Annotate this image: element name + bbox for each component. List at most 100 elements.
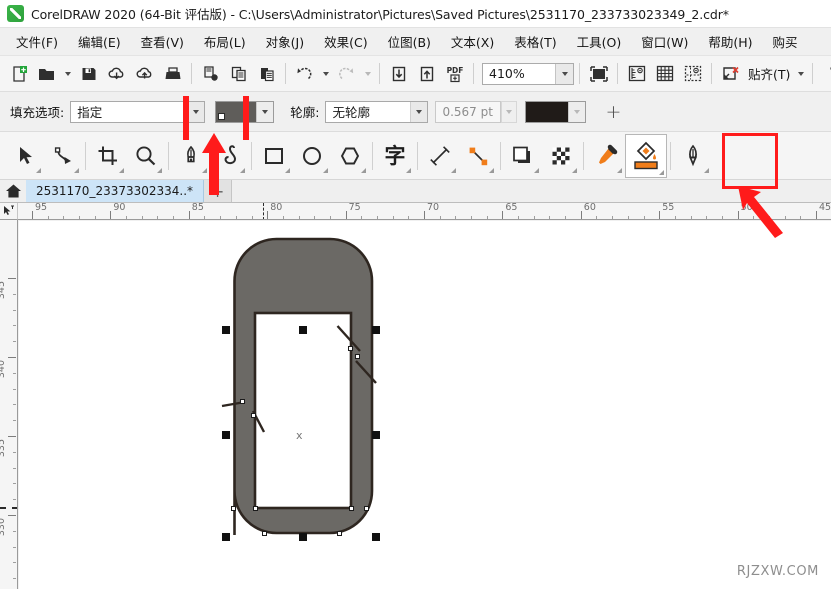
selection-handle-ml[interactable]: [222, 431, 230, 439]
svg-text:PDF: PDF: [446, 66, 463, 75]
ruler-minor-tick: [142, 216, 143, 219]
overflow-icon[interactable]: [818, 60, 831, 87]
menu-file[interactable]: 文件(F): [6, 28, 68, 55]
menu-edit[interactable]: 编辑(E): [68, 28, 131, 55]
menu-buy[interactable]: 购买: [763, 28, 808, 55]
text-tool[interactable]: 字: [376, 136, 414, 176]
menu-help[interactable]: 帮助(H): [698, 28, 762, 55]
curve-node[interactable]: [253, 506, 258, 511]
export-cloud-icon[interactable]: [131, 60, 158, 87]
outline-color-swatch[interactable]: [526, 102, 568, 122]
menu-window[interactable]: 窗口(W): [631, 28, 698, 55]
ruler-label: 85: [192, 203, 204, 213]
show-rulers-icon[interactable]: [623, 60, 650, 87]
selection-handle-tr[interactable]: [372, 326, 380, 334]
curve-node[interactable]: [251, 413, 256, 418]
drawing-canvas[interactable]: x 1 RJZXW.COM: [19, 221, 831, 589]
outline-width-dropdown-arrow[interactable]: [501, 101, 517, 123]
curve-node[interactable]: [337, 531, 342, 536]
ruler-tick: [8, 357, 16, 358]
selection-handle-tm[interactable]: [299, 326, 307, 334]
home-icon[interactable]: [0, 180, 26, 202]
outline-color-dropdown-arrow[interactable]: [568, 102, 585, 122]
interactive-fill-tool[interactable]: [625, 134, 667, 178]
crop-tool[interactable]: [89, 136, 127, 176]
zoom-level-dropdown[interactable]: [555, 64, 573, 84]
parallel-dimension-tool[interactable]: [421, 136, 459, 176]
undo-icon[interactable]: [291, 60, 318, 87]
curve-node[interactable]: [364, 506, 369, 511]
color-eyedropper-tool[interactable]: [587, 136, 625, 176]
curve-node[interactable]: [355, 354, 360, 359]
options-icon[interactable]: [717, 60, 744, 87]
fill-color-swatch[interactable]: [216, 102, 256, 122]
menu-effects[interactable]: 效果(C): [314, 28, 377, 55]
curve-node[interactable]: [231, 506, 236, 511]
drawn-shape-group[interactable]: [19, 221, 831, 589]
selection-handle-bm[interactable]: [299, 533, 307, 541]
new-document-icon[interactable]: [5, 60, 32, 87]
pdf-icon[interactable]: PDF: [441, 60, 468, 87]
outline-style-dropdown-arrow[interactable]: [410, 102, 427, 122]
selection-handle-mr[interactable]: [372, 431, 380, 439]
smart-fill-tool[interactable]: [674, 136, 712, 176]
menu-layout[interactable]: 布局(L): [194, 28, 256, 55]
open-folder-icon[interactable]: [33, 60, 60, 87]
ruler-origin-icon[interactable]: [0, 203, 18, 220]
outline-style-select[interactable]: 无轮廓: [325, 101, 428, 123]
fill-mode-dropdown-arrow[interactable]: [187, 102, 204, 122]
import-cloud-icon[interactable]: [103, 60, 130, 87]
show-grid-icon[interactable]: [651, 60, 678, 87]
full-screen-preview-icon[interactable]: [585, 60, 612, 87]
ruler-minor-tick: [157, 216, 158, 219]
document-tab[interactable]: 2531170_23373302334..*: [26, 180, 204, 202]
pick-tool[interactable]: [6, 136, 44, 176]
menu-view[interactable]: 查看(V): [131, 28, 194, 55]
straight-line-connector-tool[interactable]: [459, 136, 497, 176]
transparency-tool[interactable]: [542, 136, 580, 176]
curve-node[interactable]: [348, 346, 353, 351]
rectangle-tool[interactable]: [255, 136, 293, 176]
curve-node[interactable]: [349, 506, 354, 511]
publish-page-icon[interactable]: [197, 60, 224, 87]
zoom-level-combo[interactable]: 410%: [482, 63, 574, 85]
redo-icon[interactable]: [333, 60, 360, 87]
polygon-tool[interactable]: [331, 136, 369, 176]
undo-dropdown[interactable]: [319, 60, 332, 87]
menu-object[interactable]: 对象(J): [256, 28, 314, 55]
vertical-ruler[interactable]: 345340335330: [0, 220, 18, 589]
zoom-level-value[interactable]: 410%: [483, 64, 555, 84]
export-up-arrow-icon[interactable]: [413, 60, 440, 87]
toolbox-separator-6: [500, 142, 501, 170]
snap-dropdown[interactable]: [794, 60, 807, 87]
horizontal-ruler[interactable]: 9590858075706560555045: [18, 203, 831, 220]
fill-color-dropdown-arrow[interactable]: [256, 102, 273, 122]
selection-handle-tl[interactable]: [222, 326, 230, 334]
selection-handle-bl[interactable]: [222, 533, 230, 541]
outline-width-field[interactable]: 0.567 pt: [435, 101, 501, 123]
menu-text[interactable]: 文本(X): [441, 28, 504, 55]
drop-shadow-tool[interactable]: [504, 136, 542, 176]
shape-tool[interactable]: [44, 136, 82, 176]
outline-color-swatch-box[interactable]: [525, 101, 586, 123]
menu-bitmap[interactable]: 位图(B): [378, 28, 441, 55]
save-disk-icon[interactable]: [75, 60, 102, 87]
snap-label[interactable]: 贴齐(T): [745, 64, 793, 83]
zoom-tool[interactable]: [127, 136, 165, 176]
copy-icon[interactable]: [225, 60, 252, 87]
paste-icon[interactable]: [253, 60, 280, 87]
menu-table[interactable]: 表格(T): [504, 28, 566, 55]
open-folder-dropdown[interactable]: [61, 60, 74, 87]
selection-handle-br[interactable]: [372, 533, 380, 541]
curve-node[interactable]: [240, 399, 245, 404]
inner-rectangle[interactable]: [255, 313, 351, 508]
show-guides-icon[interactable]: [679, 60, 706, 87]
curve-node[interactable]: [262, 531, 267, 536]
add-fill-button[interactable]: +: [600, 99, 626, 125]
ruler-tick: [189, 211, 190, 219]
import-down-arrow-icon[interactable]: [385, 60, 412, 87]
ruler-minor-tick: [204, 216, 205, 219]
ellipse-tool[interactable]: [293, 136, 331, 176]
menu-tools[interactable]: 工具(O): [567, 28, 632, 55]
print-icon[interactable]: [159, 60, 186, 87]
